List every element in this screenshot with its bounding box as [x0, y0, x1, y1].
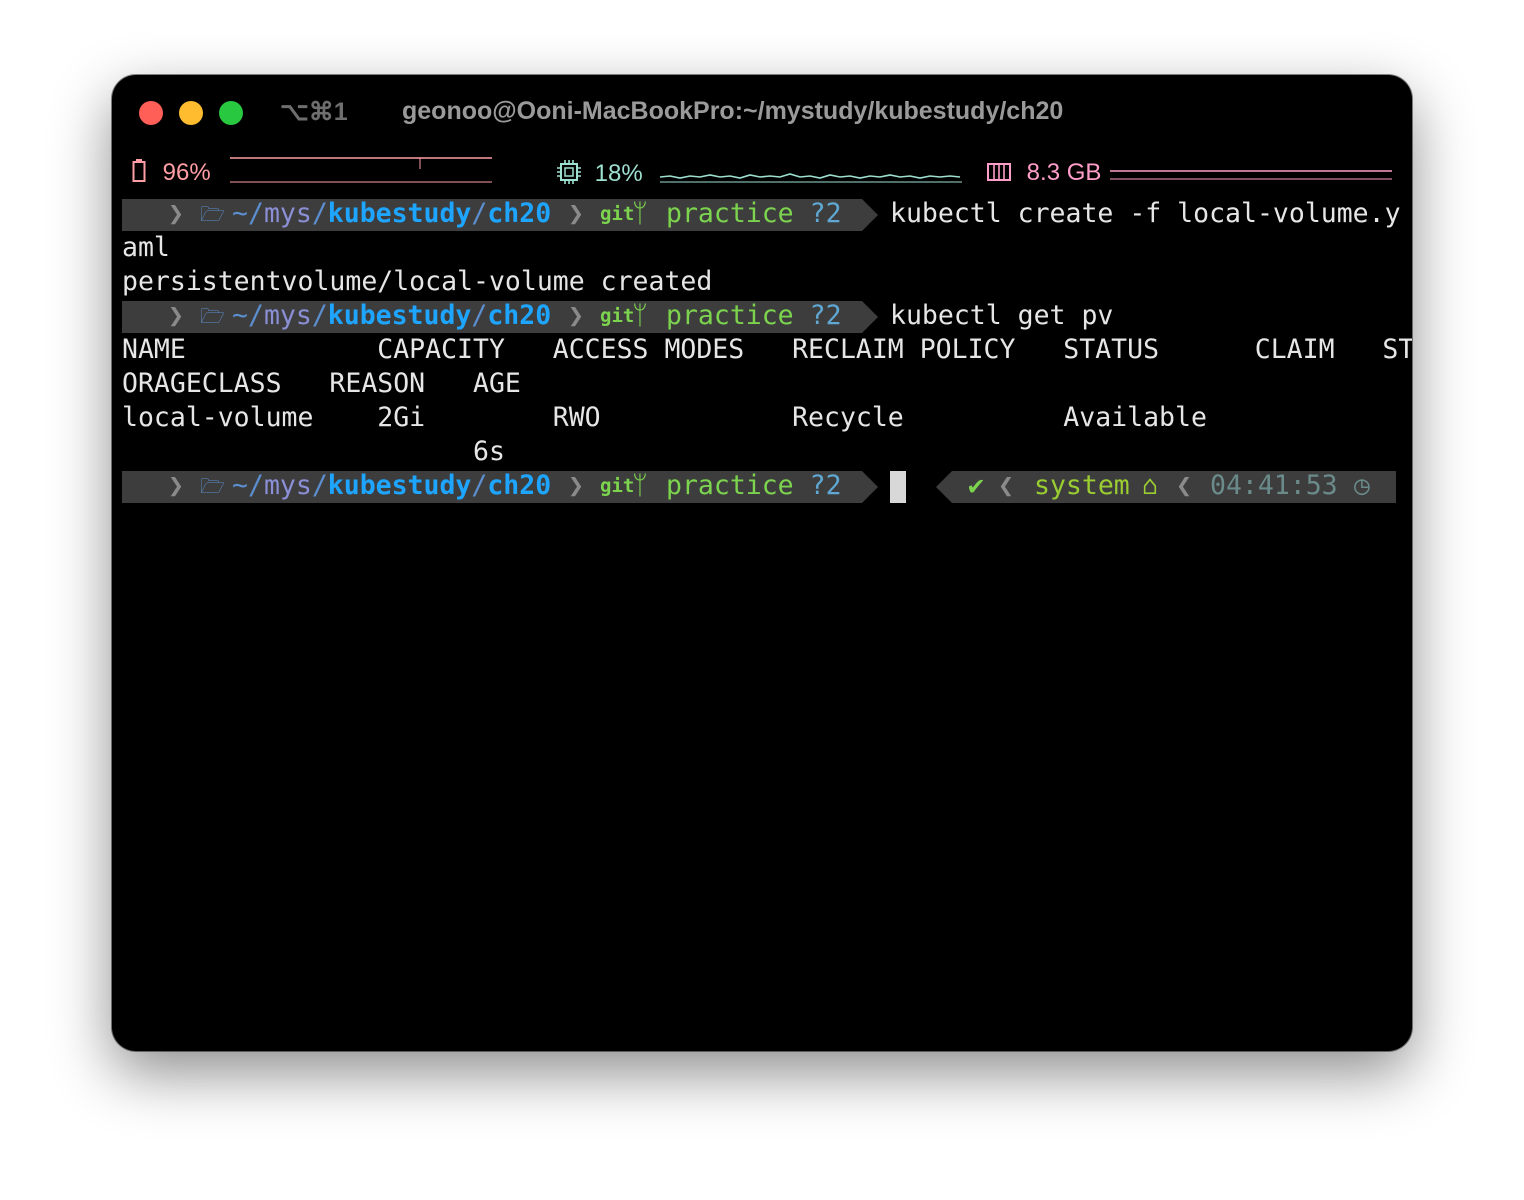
git-icon: git	[600, 475, 635, 497]
memory-icon	[987, 163, 1011, 181]
status-bar: 96% 18% 8.3 GB	[112, 155, 1412, 191]
chevron-right-icon: ❯	[568, 198, 584, 229]
right-prompt-arrow	[936, 471, 952, 503]
prompt-line: ❯ 🗁 ~/mys/kubestudy/ch20 ❯ git ᛘ practic…	[122, 197, 1412, 231]
command-text: kubectl get pv	[890, 300, 1114, 331]
chevron-right-icon: ❯	[568, 300, 584, 331]
clock-icon: ◷	[1354, 470, 1370, 501]
git-branch: practice ?2	[666, 198, 842, 229]
battery-sparkline	[230, 157, 492, 183]
chevron-left-icon: ❮	[998, 470, 1014, 501]
cpu-status: 18%	[556, 159, 643, 188]
cpu-sparkline	[660, 173, 962, 183]
prompt-time: 04:41:53	[1210, 470, 1338, 501]
chevron-right-icon: ❯	[168, 198, 184, 229]
close-button[interactable]	[139, 101, 163, 125]
title-bar: ⌥⌘1 geonoo@Ooni-MacBookPro:~/mystudy/kub…	[112, 75, 1412, 151]
prompt-arrow	[862, 301, 878, 333]
table-header-wrap: ORAGECLASS REASON AGE	[122, 368, 521, 399]
branch-icon: ᛘ	[632, 198, 648, 229]
table-row: local-volume 2Gi RWO Recycle Available	[122, 402, 1207, 433]
table-header: NAME CAPACITY ACCESS MODES RECLAIM POLIC…	[122, 334, 1412, 365]
directory-path: ~/mys/kubestudy/ch20	[232, 300, 552, 331]
chevron-right-icon: ❯	[568, 470, 584, 501]
context-user: system	[1034, 470, 1130, 501]
check-icon: ✔	[968, 470, 984, 501]
branch-icon: ᛘ	[632, 470, 648, 501]
git-branch: practice ?2	[666, 300, 842, 331]
battery-percent: 96%	[162, 159, 211, 186]
zoom-button[interactable]	[219, 101, 243, 125]
active-prompt-line: ❯ 🗁 ~/mys/kubestudy/ch20 ❯ git ᛘ practic…	[122, 469, 1412, 503]
git-icon: git	[600, 305, 635, 327]
folder-icon: 🗁	[200, 202, 225, 226]
prompt-arrow	[862, 199, 878, 231]
output-line: persistentvolume/local-volume created	[122, 266, 713, 297]
git-icon: git	[600, 203, 635, 225]
command-text: kubectl create -f local-volume.y	[890, 198, 1401, 229]
text-cursor[interactable]	[890, 471, 906, 503]
battery-status: 96%	[132, 159, 211, 187]
minimize-button[interactable]	[179, 101, 203, 125]
prompt-arrow	[862, 471, 878, 503]
table-row-wrap: 6s	[122, 436, 505, 467]
chevron-left-icon: ❮	[1176, 470, 1192, 501]
home-icon: ⌂	[1142, 470, 1158, 501]
memory-sparkline	[1110, 170, 1392, 180]
memory-usage: 8.3 GB	[1026, 159, 1102, 186]
directory-path: ~/mys/kubestudy/ch20	[232, 470, 552, 501]
cpu-icon	[557, 160, 581, 184]
chevron-right-icon: ❯	[168, 300, 184, 331]
cpu-percent: 18%	[594, 160, 643, 187]
memory-status: 8.3 GB	[986, 159, 1101, 187]
directory-path: ~/mys/kubestudy/ch20	[232, 198, 552, 229]
battery-icon	[132, 159, 146, 182]
command-wrap: aml	[122, 232, 170, 263]
prompt-line: ❯ 🗁 ~/mys/kubestudy/ch20 ❯ git ᛘ practic…	[122, 299, 1412, 333]
folder-icon: 🗁	[200, 304, 225, 328]
chevron-right-icon: ❯	[168, 470, 184, 501]
window-title: geonoo@Ooni-MacBookPro:~/mystudy/kubestu…	[402, 97, 1064, 125]
window-shortcut: ⌥⌘1	[280, 98, 348, 126]
branch-icon: ᛘ	[632, 300, 648, 331]
terminal-window: ⌥⌘1 geonoo@Ooni-MacBookPro:~/mystudy/kub…	[112, 75, 1412, 1051]
folder-icon: 🗁	[200, 474, 225, 498]
git-branch: practice ?2	[666, 470, 842, 501]
